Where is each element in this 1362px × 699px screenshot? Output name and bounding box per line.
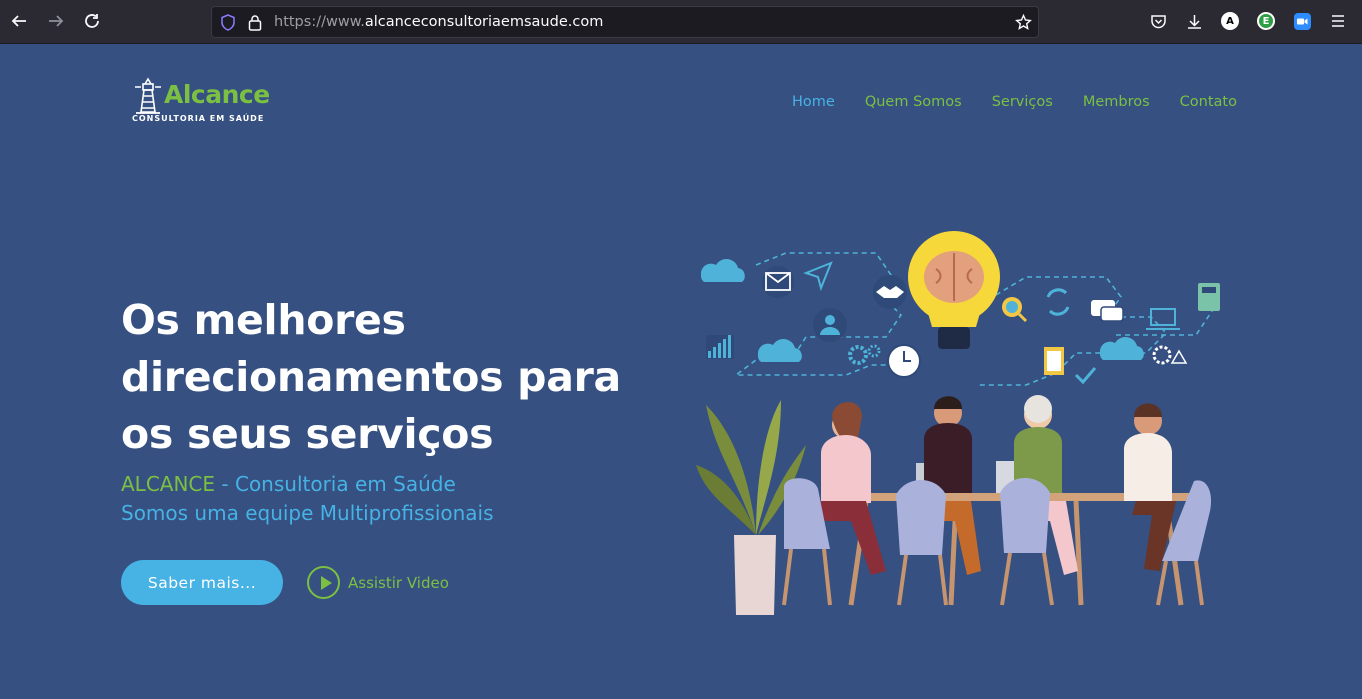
hero-tagline: - Consultoria em Saúde [215, 472, 456, 496]
lighthouse-icon [135, 77, 161, 114]
site-logo[interactable]: Alcance CONSULTORIA EM SAÚDE [130, 74, 270, 126]
reload-button[interactable] [81, 10, 103, 32]
hero-title: Os melhores direcionamentos para os seus… [121, 296, 621, 458]
nav-servicos[interactable]: Serviços [992, 94, 1053, 110]
watch-video-button[interactable]: Assistir Video [307, 566, 449, 599]
team-meeting-illustration [696, 231, 1220, 615]
bookmark-star-icon[interactable] [1015, 14, 1032, 31]
hamburger-icon [1332, 15, 1344, 27]
nav-quem-somos[interactable]: Quem Somos [865, 94, 962, 110]
a-extension-icon: A [1221, 12, 1239, 30]
forward-button[interactable] [45, 10, 67, 32]
nav-home[interactable]: Home [792, 94, 835, 110]
pocket-icon [1150, 14, 1166, 28]
pocket-button[interactable] [1149, 12, 1167, 30]
play-icon [307, 566, 340, 599]
hero-subtitle: ALCANCE - Consultoria em Saúde Somos uma… [121, 470, 494, 528]
person-1 [821, 401, 886, 575]
url-text[interactable]: https://www.alcanceconsultoriaemsaude.co… [274, 14, 603, 30]
back-arrow-icon [11, 15, 26, 27]
logo-wordmark: Alcance [164, 80, 270, 109]
extension-e-button[interactable]: E [1257, 12, 1275, 30]
video-camera-icon [1293, 12, 1311, 30]
browser-toolbar: https://www.alcanceconsultoriaemsaude.co… [0, 0, 1362, 44]
hero-tagline-line: ALCANCE - Consultoria em Saúde [121, 470, 494, 499]
e-extension-icon: E [1257, 12, 1275, 30]
logo-subtitle: CONSULTORIA EM SAÚDE [132, 114, 265, 123]
zoom-extension-button[interactable] [1293, 12, 1311, 30]
address-bar[interactable]: https://www.alcanceconsultoriaemsaude.co… [211, 6, 1039, 38]
shield-icon[interactable] [220, 14, 236, 31]
back-button[interactable] [8, 10, 30, 32]
main-navigation: Home Quem Somos Serviços Membros Contato [792, 94, 1237, 110]
hero-brand: ALCANCE [121, 472, 216, 496]
nav-membros[interactable]: Membros [1083, 94, 1150, 110]
forward-arrow-icon [49, 15, 64, 27]
watch-video-label: Assistir Video [348, 573, 449, 592]
chair-legs [782, 548, 1204, 606]
hero-subtitle-2: Somos uma equipe Multiprofissionais [121, 501, 494, 525]
menu-button[interactable] [1329, 12, 1347, 30]
lock-icon[interactable] [248, 14, 262, 31]
saber-mais-button[interactable]: Saber mais... [121, 560, 283, 605]
downloads-button[interactable] [1185, 12, 1203, 30]
reload-icon [85, 14, 99, 28]
nav-contato[interactable]: Contato [1180, 94, 1237, 110]
extension-a-button[interactable]: A [1221, 12, 1239, 30]
lightbulb-brain [908, 231, 1000, 349]
download-icon [1187, 14, 1201, 29]
